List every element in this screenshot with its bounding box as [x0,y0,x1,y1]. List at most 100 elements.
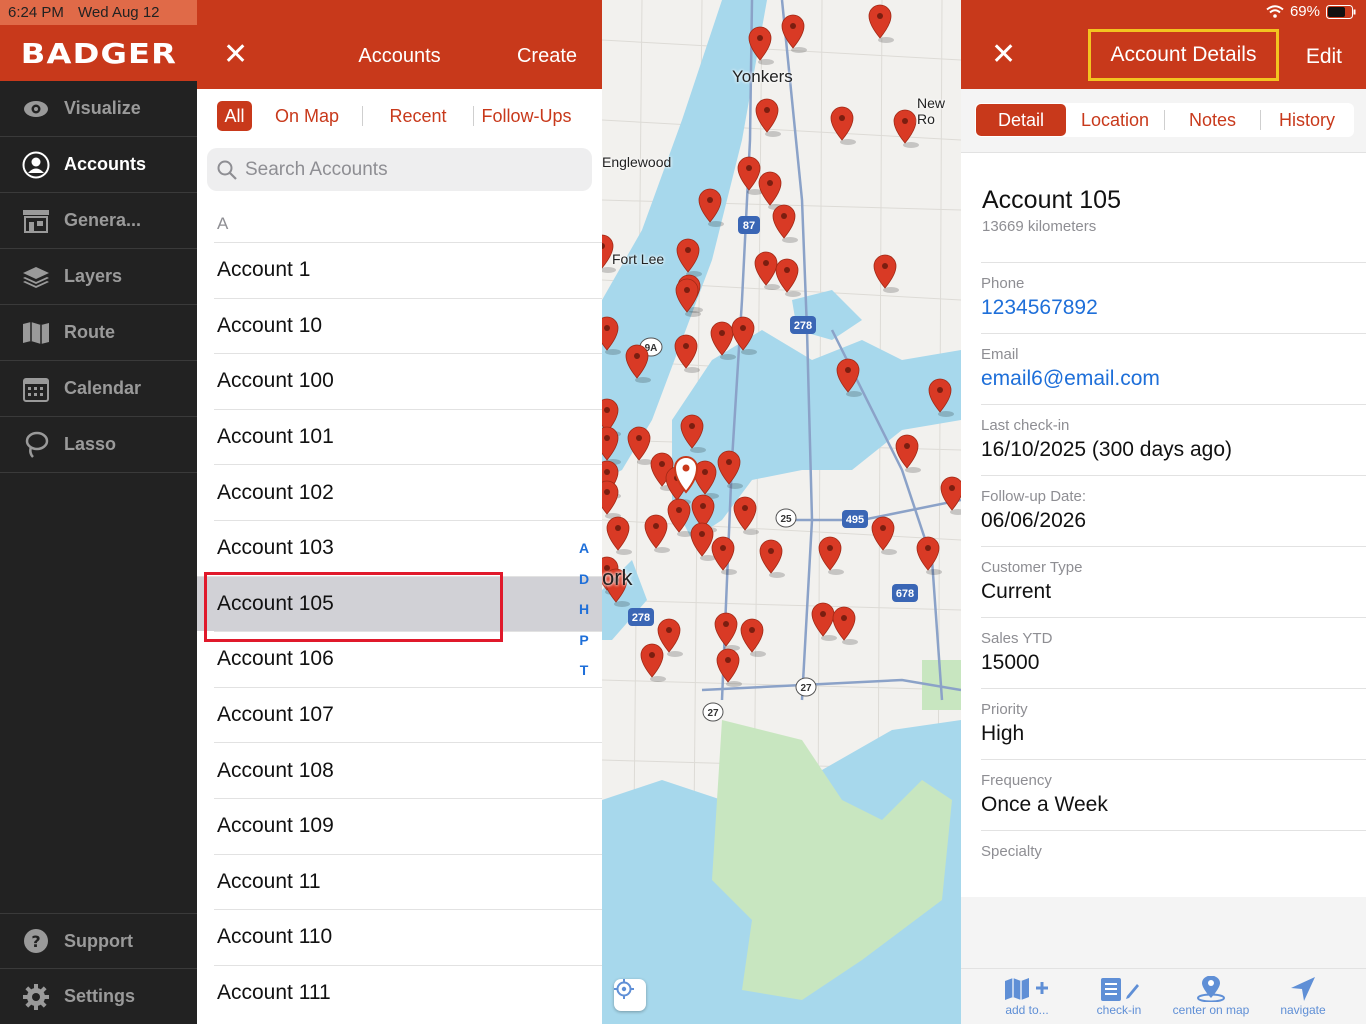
sidebar-item-lasso[interactable]: Lasso [0,417,197,473]
field-value: Current [981,580,1052,603]
sidebar-item-accounts[interactable]: Accounts [0,137,197,193]
sidebar-item-support[interactable]: ? Support [0,913,197,969]
sidebar-item-label: Support [64,930,133,951]
filter-recent[interactable]: Recent [363,101,473,131]
sidebar-item-label: Accounts [64,154,147,174]
field-sales-ytd: Sales YTD 15000 [981,617,1366,688]
brand-logo-bar: BADGER [0,25,197,81]
account-name: Account 105 [982,186,1121,214]
navigate-button[interactable]: navigate [1257,969,1349,1024]
map-label-fort-lee: Fort Lee [612,251,665,267]
selection-highlight-box [204,572,503,642]
index-letter[interactable]: P [577,632,591,663]
create-button[interactable]: Create [517,45,577,68]
note-edit-icon [1097,969,1141,1003]
status-time: 6:24 PM [8,4,64,21]
sidebar-item-label: Lasso [64,434,117,454]
tab-notes[interactable]: Notes [1165,104,1260,136]
field-phone: Phone 1234567892 [981,262,1366,333]
field-customer-type: Customer Type Current [981,546,1366,617]
footer-label: add to... [1005,1003,1049,1017]
account-row[interactable]: Account 108 [214,742,602,798]
detail-header: 69% ✕ Account Details Edit [961,0,1366,89]
field-priority: Priority High [981,688,1366,759]
field-label: Email [981,346,1019,363]
calendar-icon [21,374,51,404]
accounts-header: ✕ Accounts Create [197,0,602,89]
field-value: 06/06/2026 [981,509,1087,532]
index-letter[interactable]: A [577,540,591,571]
account-row[interactable]: Account 103 [214,519,602,576]
alphabet-index[interactable]: A D H P T [577,540,591,693]
account-row[interactable]: Account 11 [214,853,602,910]
map-label-new-rochelle: New Ro [917,95,946,127]
gear-icon [21,982,51,1012]
map-label-new-york: ork [602,565,633,590]
sidebar-item-visualize[interactable]: Visualize [0,81,197,137]
index-letter[interactable]: D [577,571,591,602]
sidebar-item-layers[interactable]: Layers [0,249,197,305]
account-row[interactable]: Account 102 [214,464,602,520]
sidebar-item-genera[interactable]: Genera... [0,193,197,249]
field-value: Once a Week [981,793,1108,816]
tab-history[interactable]: History [1261,104,1353,136]
account-row[interactable]: Account 100 [214,353,602,409]
map-view[interactable]: 87 278 9A 25 495 678 278 27 27 Yonkers N… [602,0,961,1024]
store-icon [21,206,51,236]
account-row[interactable]: Account 109 [214,797,602,854]
battery-percent: 69% [1289,3,1320,20]
field-value: 16/10/2025 (300 days ago) [981,438,1233,461]
section-header: A [217,214,229,233]
index-letter[interactable]: H [577,601,591,632]
center-on-map-button[interactable]: center on map [1165,969,1257,1024]
tab-location[interactable]: Location [1066,104,1164,136]
sidebar-item-label: Layers [64,266,123,286]
filter-follow-ups[interactable]: Follow-Ups [474,101,579,131]
accounts-panel: ✕ Accounts Create All On Map Recent Foll… [197,0,602,1024]
status-bar: 6:24 PM Wed Aug 12 [0,0,197,25]
sidebar-item-label: Route [64,322,115,342]
account-row[interactable]: Account 110 [214,909,602,965]
locate-button[interactable] [614,979,646,1011]
filter-on-map[interactable]: On Map [252,101,362,131]
account-detail-panel: 69% ✕ Account Details Edit Detail Locati… [961,0,1366,1024]
field-label: Phone [981,275,1025,292]
filter-all[interactable]: All [217,101,252,131]
sidebar-item-route[interactable]: Route [0,305,197,361]
account-row[interactable]: Account 101 [214,408,602,465]
sidebar-item-label: Visualize [64,98,141,118]
search-bar[interactable] [207,148,592,191]
field-label: Customer Type [981,559,1083,576]
account-row[interactable]: Account 10 [214,297,602,354]
footer-label: check-in [1096,1003,1142,1017]
wifi-icon [1266,5,1284,18]
field-label: Last check-in [981,417,1070,434]
person-circle-icon [21,150,51,180]
account-row[interactable]: Account 107 [214,686,602,743]
phone-link[interactable]: 1234567892 [981,296,1098,320]
highway-shield: 87 [743,220,755,232]
check-in-button[interactable]: check-in [1073,969,1165,1024]
add-to-button[interactable]: add to... [981,969,1073,1024]
sidebar-item-settings[interactable]: Settings [0,969,197,1024]
sidebar-item-label: Genera... [64,210,142,230]
email-link[interactable]: email6@email.com [981,367,1160,391]
search-input[interactable] [245,158,565,181]
sidebar-item-label: Settings [64,986,136,1006]
svg-text:?: ? [31,932,40,951]
account-row[interactable]: Account 1 [214,242,602,298]
tab-detail[interactable]: Detail [976,104,1066,136]
detail-footer-toolbar: add to... check-in center on map navigat… [961,968,1366,1024]
highway-shield: 678 [896,588,914,600]
close-icon[interactable]: ✕ [991,40,1016,70]
highway-shield: 27 [707,708,719,719]
account-details-title: Account Details [1088,29,1279,81]
field-specialty: Specialty [981,830,1366,898]
index-letter[interactable]: T [577,662,591,693]
map-icon [21,318,51,348]
edit-button[interactable]: Edit [1306,45,1342,69]
sidebar-item-calendar[interactable]: Calendar [0,361,197,417]
status-indicators: 69% [1266,3,1356,20]
account-row[interactable]: Account 111 [214,964,602,1021]
search-icon [217,160,237,180]
